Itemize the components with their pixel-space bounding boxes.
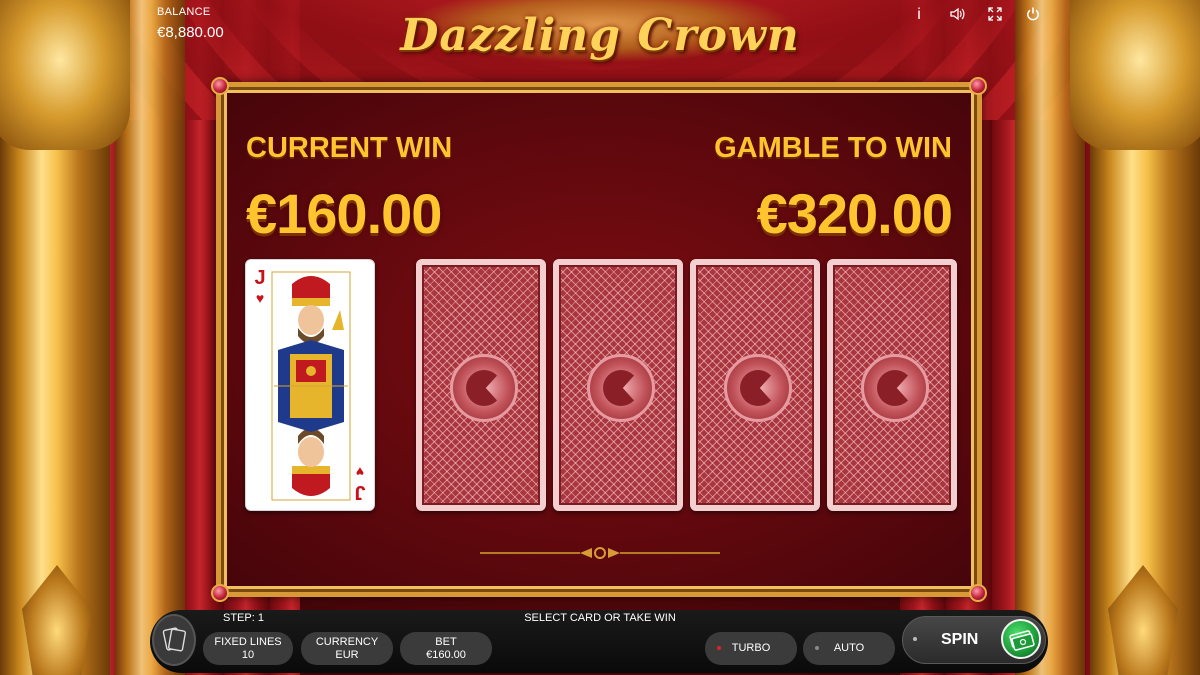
sound-icon[interactable] (946, 6, 968, 27)
ruby-gem-icon (211, 584, 229, 602)
gamble-to-win-label: GAMBLE TO WIN (714, 132, 952, 164)
logo-text: Dazzling Crown (400, 10, 800, 61)
auto-label: AUTO (833, 642, 865, 654)
gamble-to-win-value: €320.00 (756, 182, 953, 245)
fullscreen-icon[interactable] (984, 6, 1006, 27)
left-pillar-capital (0, 0, 130, 150)
status-message: SELECT CARD OR TAKE WIN (524, 612, 676, 624)
face-down-card-1[interactable] (416, 259, 546, 511)
face-down-card-4[interactable] (827, 259, 957, 511)
face-down-card-2[interactable] (553, 259, 683, 511)
auto-button[interactable]: AUTO (803, 632, 895, 665)
top-toolbar: i (908, 6, 1044, 27)
current-win-label: CURRENT WIN (246, 132, 453, 164)
bet-label: BET (435, 636, 457, 648)
currency-value: EUR (335, 649, 359, 661)
dealer-card-jack-of-hearts: J ♥ J ♥ (245, 259, 375, 511)
ruby-gem-icon (969, 77, 987, 95)
card-back-emblem-icon (587, 354, 655, 422)
paytable-menu-button[interactable] (152, 614, 196, 666)
spin-indicator-dot (913, 637, 917, 641)
current-win-value: €160.00 (246, 182, 442, 245)
collect-money-icon[interactable] (1001, 619, 1041, 659)
gamble-board: CURRENT WIN €160.00 GAMBLE TO WIN €320.0… (211, 77, 987, 602)
bet-value: €160.00 (426, 649, 466, 661)
balance-label: BALANCE (157, 6, 211, 18)
card-back-emblem-icon (861, 354, 929, 422)
fixed-lines-display: FIXED LINES 10 (203, 632, 293, 665)
info-icon[interactable]: i (908, 6, 930, 27)
card-rank: J (254, 267, 266, 289)
jack-figure-illustration (271, 271, 351, 501)
bet-display[interactable]: BET €160.00 (400, 632, 492, 665)
turbo-indicator-dot (717, 646, 721, 650)
cards-icon (162, 627, 187, 652)
heart-suit-icon: ♥ (355, 464, 365, 480)
fixed-lines-value: 10 (241, 649, 255, 661)
turbo-label: TURBO (731, 642, 771, 654)
right-pillar-capital (1070, 0, 1200, 150)
step-indicator: STEP: 1 (223, 612, 264, 624)
balance-value: €8,880.00 (157, 24, 224, 41)
power-icon[interactable] (1022, 6, 1044, 27)
card-rank-bottom: J ♥ (352, 462, 368, 503)
card-rank-top: J ♥ (252, 268, 268, 308)
currency-label: CURRENCY (315, 636, 379, 648)
game-logo: Dazzling Crown (400, 0, 800, 68)
auto-indicator-dot (815, 646, 819, 650)
spin-label: SPIN (941, 631, 979, 648)
turbo-button[interactable]: TURBO (705, 632, 797, 665)
game-stage: BALANCE €8,880.00 i Dazzling Crown CURRE… (0, 0, 1200, 675)
ruby-gem-icon (969, 584, 987, 602)
ruby-gem-icon (211, 77, 229, 95)
card-rank: J (354, 481, 366, 503)
gold-divider-ornament (480, 547, 720, 559)
card-back-emblem-icon (450, 354, 518, 422)
face-down-card-3[interactable] (690, 259, 820, 511)
spin-button[interactable]: SPIN (902, 616, 1046, 664)
fixed-lines-label: FIXED LINES (214, 636, 282, 648)
card-back-emblem-icon (724, 354, 792, 422)
currency-display: CURRENCY EUR (301, 632, 393, 665)
heart-suit-icon: ♥ (255, 290, 265, 306)
